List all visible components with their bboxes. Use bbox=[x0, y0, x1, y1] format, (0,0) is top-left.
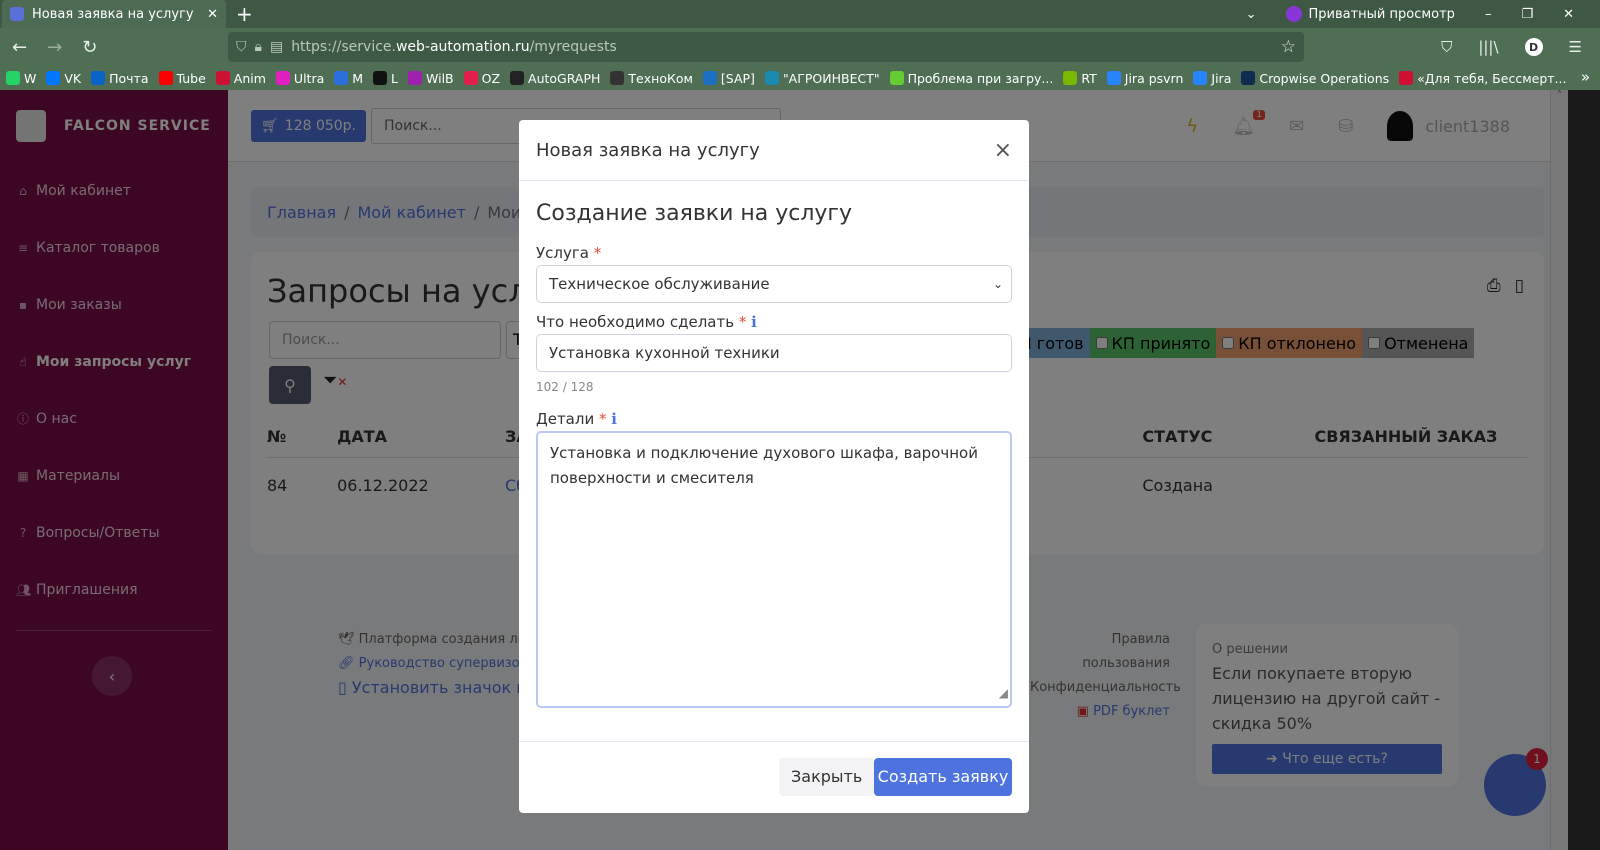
tab-title: Новая заявка на услугу bbox=[32, 6, 194, 22]
forward-button[interactable]: → bbox=[47, 37, 62, 58]
library-icon[interactable]: |||\ bbox=[1478, 38, 1498, 56]
bookmark-item[interactable]: Проблема при загру... bbox=[889, 71, 1053, 86]
bookmark-favicon-icon bbox=[215, 71, 230, 85]
bookmark-item[interactable]: RT bbox=[1063, 71, 1097, 86]
bookmark-favicon-icon bbox=[91, 71, 106, 85]
bookmark-star-icon[interactable]: ☆ bbox=[1281, 37, 1296, 57]
bookmark-favicon-icon bbox=[764, 71, 779, 85]
bookmark-favicon-icon bbox=[1063, 71, 1078, 85]
bookmark-item[interactable]: Cropwise Operations bbox=[1241, 71, 1389, 86]
bookmark-favicon-icon bbox=[46, 71, 61, 85]
bookmark-favicon-icon bbox=[1241, 71, 1256, 85]
resize-handle-icon[interactable]: ◢ bbox=[999, 681, 1008, 706]
browser-tab-bar: Новая заявка на услугу ✕ + ⌄ Приватный про… bbox=[0, 0, 1600, 28]
bookmark-favicon-icon bbox=[510, 71, 525, 85]
browser-tab[interactable]: Новая заявка на услугу ✕ bbox=[2, 0, 226, 28]
bookmark-item[interactable]: Jira bbox=[1193, 71, 1231, 86]
restore-button[interactable]: ❐ bbox=[1521, 7, 1533, 22]
window-edge bbox=[1568, 90, 1600, 850]
bookmark-item[interactable]: «Для тебя, Бессмерт... bbox=[1399, 71, 1566, 86]
minimize-button[interactable]: – bbox=[1485, 7, 1492, 22]
site-favicon-icon bbox=[10, 7, 24, 21]
bookmark-favicon-icon bbox=[1193, 71, 1208, 85]
details-label: Детали * i bbox=[536, 410, 617, 428]
new-tab-button[interactable]: + bbox=[236, 2, 253, 26]
details-textarea[interactable]: Установка и подключение духового шкафа, … bbox=[536, 431, 1012, 708]
url-text: https://service.web-automation.ru/myrequ… bbox=[291, 39, 617, 55]
bookmark-item[interactable]: WilB bbox=[408, 71, 454, 86]
bookmark-item[interactable]: VK bbox=[46, 71, 81, 86]
lock-icon: 🔒︎ bbox=[254, 39, 262, 55]
modal-title: Новая заявка на услугу bbox=[536, 139, 760, 161]
info-icon[interactable]: i bbox=[751, 313, 757, 331]
bookmark-favicon-icon bbox=[408, 71, 423, 85]
modal-heading: Создание заявки на услугу bbox=[536, 201, 853, 226]
reload-button[interactable]: ↻ bbox=[82, 37, 97, 58]
close-window-button[interactable]: ✕ bbox=[1563, 7, 1574, 22]
bookmark-item[interactable]: [SAP] bbox=[702, 71, 755, 86]
pocket-icon[interactable]: ⛉ bbox=[1441, 38, 1452, 56]
tab-list-chevron-icon[interactable]: ⌄ bbox=[1246, 7, 1257, 22]
browser-toolbar: ← → ↻ ⛉ 🔒︎ ▤ https://service.web-automation.r… bbox=[0, 28, 1600, 66]
bookmark-item[interactable]: Ultra bbox=[275, 71, 324, 86]
bookmark-favicon-icon bbox=[275, 71, 290, 85]
bookmark-favicon-icon bbox=[334, 71, 349, 85]
bookmark-item[interactable]: Tube bbox=[158, 71, 206, 86]
reader-icon: ▤ bbox=[269, 39, 284, 55]
bookmark-item[interactable]: AutoGRAPH bbox=[510, 71, 600, 86]
bookmark-favicon-icon bbox=[1399, 71, 1414, 85]
bookmark-favicon-icon bbox=[702, 71, 717, 85]
chevron-down-icon: ⌄ bbox=[992, 277, 1003, 291]
close-button[interactable]: Закрыть bbox=[779, 758, 875, 796]
char-counter: 102 / 128 bbox=[536, 380, 594, 394]
private-browsing-indicator: Приватный просмотр bbox=[1286, 6, 1455, 22]
bookmark-item[interactable]: Jira psvrn bbox=[1106, 71, 1183, 86]
close-tab-icon[interactable]: ✕ bbox=[207, 7, 218, 22]
service-label: Услуга * bbox=[536, 244, 602, 262]
todo-input[interactable]: Установка кухонной техники bbox=[536, 334, 1012, 372]
back-button[interactable]: ← bbox=[12, 37, 27, 58]
bookmark-item[interactable]: Почта bbox=[91, 71, 149, 86]
bookmark-item[interactable]: ТехноКом bbox=[610, 71, 693, 86]
profile-avatar[interactable]: D bbox=[1524, 38, 1543, 56]
bookmark-item[interactable]: OZ bbox=[463, 71, 500, 86]
bookmark-item[interactable]: L bbox=[373, 71, 398, 86]
new-request-modal: Новая заявка на услугу × Создание заявки … bbox=[519, 120, 1029, 813]
todo-label: Что необходимо сделать * i bbox=[536, 313, 757, 331]
bookmarks-bar: W VK Почта Tube Anim Ultra M L WilB OZ AutoGRAPH Те… bbox=[0, 66, 1600, 90]
bookmark-favicon-icon bbox=[463, 71, 478, 85]
menu-icon[interactable]: ☰ bbox=[1569, 38, 1582, 56]
bookmark-favicon-icon bbox=[1106, 71, 1121, 85]
bookmarks-overflow-icon[interactable]: » bbox=[1581, 68, 1590, 86]
create-request-button[interactable]: Создать заявку bbox=[874, 758, 1012, 796]
bookmark-item[interactable]: M bbox=[334, 71, 363, 86]
close-icon[interactable]: × bbox=[994, 138, 1012, 163]
bookmark-item[interactable]: W bbox=[6, 71, 36, 86]
bookmark-favicon-icon bbox=[373, 71, 388, 85]
bookmark-item[interactable]: "АГРОИНВЕСТ" bbox=[764, 71, 880, 86]
bookmark-favicon-icon bbox=[6, 71, 20, 85]
bookmark-item[interactable]: Anim bbox=[215, 71, 266, 86]
shield-icon: ⛉ bbox=[236, 39, 247, 55]
service-select[interactable]: Техническое обслуживание ⌄ bbox=[536, 265, 1012, 303]
info-icon[interactable]: i bbox=[611, 410, 617, 428]
private-mask-icon bbox=[1286, 6, 1303, 22]
address-bar[interactable]: ⛉ 🔒︎ ▤ https://service.web-automation.ru/my… bbox=[228, 32, 1304, 62]
bookmark-favicon-icon bbox=[889, 71, 904, 85]
bookmark-favicon-icon bbox=[610, 71, 625, 85]
bookmark-favicon-icon bbox=[158, 71, 173, 85]
